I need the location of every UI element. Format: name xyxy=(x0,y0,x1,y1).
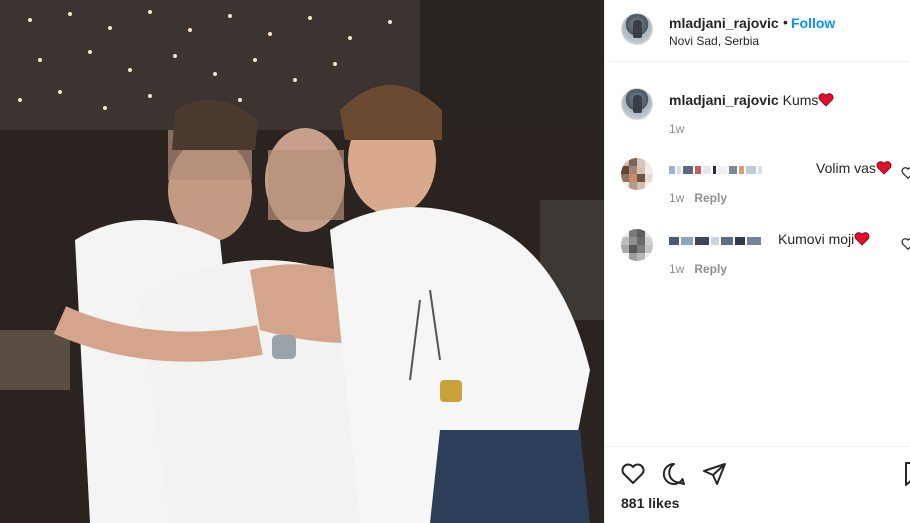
comment-text: Volim vas xyxy=(816,160,876,176)
caption-username[interactable]: mladjani_rajovic xyxy=(669,92,779,108)
red-heart-icon xyxy=(854,232,870,246)
caption-avatar[interactable] xyxy=(621,88,653,120)
post-location[interactable]: Novi Sad, Serbia xyxy=(669,34,759,48)
post-photo[interactable] xyxy=(0,0,604,523)
follow-button[interactable]: Follow xyxy=(791,15,835,31)
reply-button[interactable]: Reply xyxy=(694,262,727,276)
like-comment-heart-icon[interactable] xyxy=(901,237,910,251)
commenter-username-blurred[interactable] xyxy=(669,235,761,247)
caption-time[interactable]: 1w xyxy=(669,122,684,136)
separator-dot: • xyxy=(783,14,788,30)
author-username[interactable]: mladjani_rajovic xyxy=(669,15,779,31)
commenter-avatar[interactable] xyxy=(621,158,653,190)
comment-text: Kumovi moji xyxy=(778,231,855,247)
author-avatar[interactable] xyxy=(621,13,653,45)
post-header: mladjani_rajovic • Follow Novi Sad, Serb… xyxy=(605,0,910,62)
caption-text-row: mladjani_rajovic Kums xyxy=(669,92,834,108)
red-heart-icon xyxy=(818,93,834,107)
comment-text-row: Volim vas xyxy=(816,160,892,176)
comment-item: Kumovi moji 1w Reply xyxy=(621,229,910,279)
comment-time[interactable]: 1w xyxy=(669,191,684,205)
photo-illustration xyxy=(0,0,604,523)
comment-meta: 1w Reply xyxy=(669,191,727,205)
comment-meta: 1w Reply xyxy=(669,262,727,276)
red-heart-icon xyxy=(876,161,892,175)
commenter-username-blurred[interactable] xyxy=(669,164,762,176)
comment-text-row: Kumovi moji xyxy=(778,231,870,247)
like-count[interactable]: 881 likes xyxy=(621,495,679,511)
post-sidebar: mladjani_rajovic • Follow Novi Sad, Serb… xyxy=(604,0,910,523)
reply-button[interactable]: Reply xyxy=(694,191,727,205)
comment-item: Volim vas 1w Reply xyxy=(621,158,910,208)
bookmark-icon[interactable] xyxy=(901,461,910,487)
comment-time[interactable]: 1w xyxy=(669,262,684,276)
caption-text: Kums xyxy=(782,92,819,108)
action-bar xyxy=(605,446,910,523)
like-comment-heart-icon[interactable] xyxy=(901,166,910,180)
commenter-avatar[interactable] xyxy=(621,229,653,261)
heart-icon[interactable] xyxy=(620,461,646,487)
comment-icon[interactable] xyxy=(661,461,687,487)
share-icon[interactable] xyxy=(702,461,728,487)
